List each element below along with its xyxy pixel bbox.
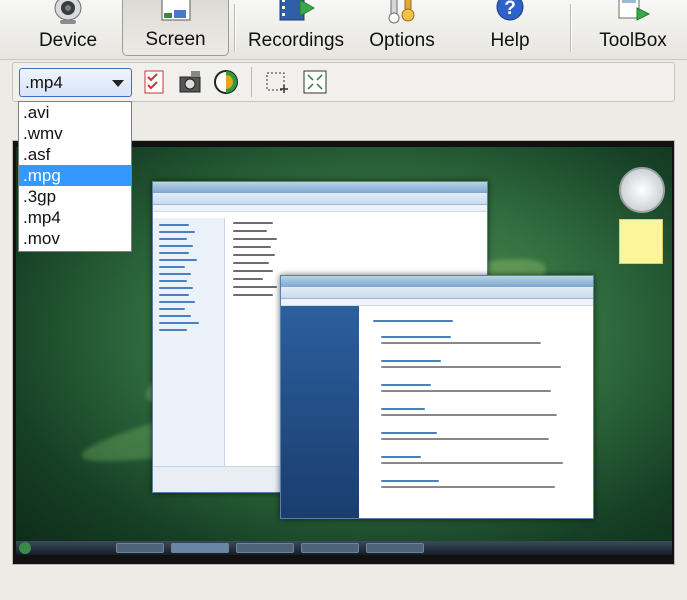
help-label: Help xyxy=(490,30,530,51)
format-option-avi[interactable]: .avi xyxy=(19,102,131,123)
format-dropdown-list: .avi .wmv .asf .mpg .3gp .mp4 .mov xyxy=(18,101,132,252)
screen-icon xyxy=(161,0,190,21)
format-select[interactable]: .mp4 xyxy=(19,68,132,97)
clock-gadget xyxy=(619,167,665,213)
device-button[interactable]: Device xyxy=(20,0,116,56)
device-label: Device xyxy=(38,30,98,51)
screen-button[interactable]: Screen xyxy=(122,0,229,56)
webcam-icon xyxy=(54,0,82,24)
recordings-label: Recordings xyxy=(247,30,345,51)
toolbox-button[interactable]: ToolBox xyxy=(590,0,676,56)
select-region-icon[interactable] xyxy=(264,69,290,95)
format-option-mp4[interactable]: .mp4 xyxy=(19,207,131,228)
main-toolbar: Device Screen Recordings Options ? Help … xyxy=(0,0,687,60)
checklist-icon[interactable] xyxy=(141,69,167,95)
format-select-value: .mp4 xyxy=(25,73,63,92)
tools-icon xyxy=(388,0,415,24)
taskbar-preview xyxy=(16,541,672,555)
toolbox-icon xyxy=(618,0,651,21)
toolbar-divider xyxy=(251,67,252,97)
options-label: Options xyxy=(369,30,435,51)
format-option-3gp[interactable]: .3gp xyxy=(19,186,131,207)
help-button[interactable]: ? Help xyxy=(470,0,550,56)
help-icon: ? xyxy=(496,0,524,21)
options-button[interactable]: Options xyxy=(356,0,448,56)
secondary-toolbar: .mp4 xyxy=(12,62,675,102)
toolbox-label: ToolBox xyxy=(599,30,667,51)
toolbar-divider xyxy=(570,4,571,52)
screen-label: Screen xyxy=(145,29,206,50)
toolbar-divider xyxy=(234,4,235,52)
format-option-asf[interactable]: .asf xyxy=(19,144,131,165)
fit-screen-icon[interactable] xyxy=(302,69,328,95)
format-option-mpg[interactable]: .mpg xyxy=(19,165,131,186)
personalization-window-thumbnail xyxy=(280,275,594,519)
sticky-note-gadget xyxy=(619,219,663,264)
film-play-icon xyxy=(279,0,316,21)
color-wheel-icon[interactable] xyxy=(213,69,239,95)
recordings-button[interactable]: Recordings xyxy=(240,0,352,56)
format-option-mov[interactable]: .mov xyxy=(19,228,131,249)
format-option-wmv[interactable]: .wmv xyxy=(19,123,131,144)
camera-settings-icon[interactable] xyxy=(177,69,203,95)
svg-text:?: ? xyxy=(504,0,516,19)
chevron-down-icon xyxy=(112,80,124,87)
